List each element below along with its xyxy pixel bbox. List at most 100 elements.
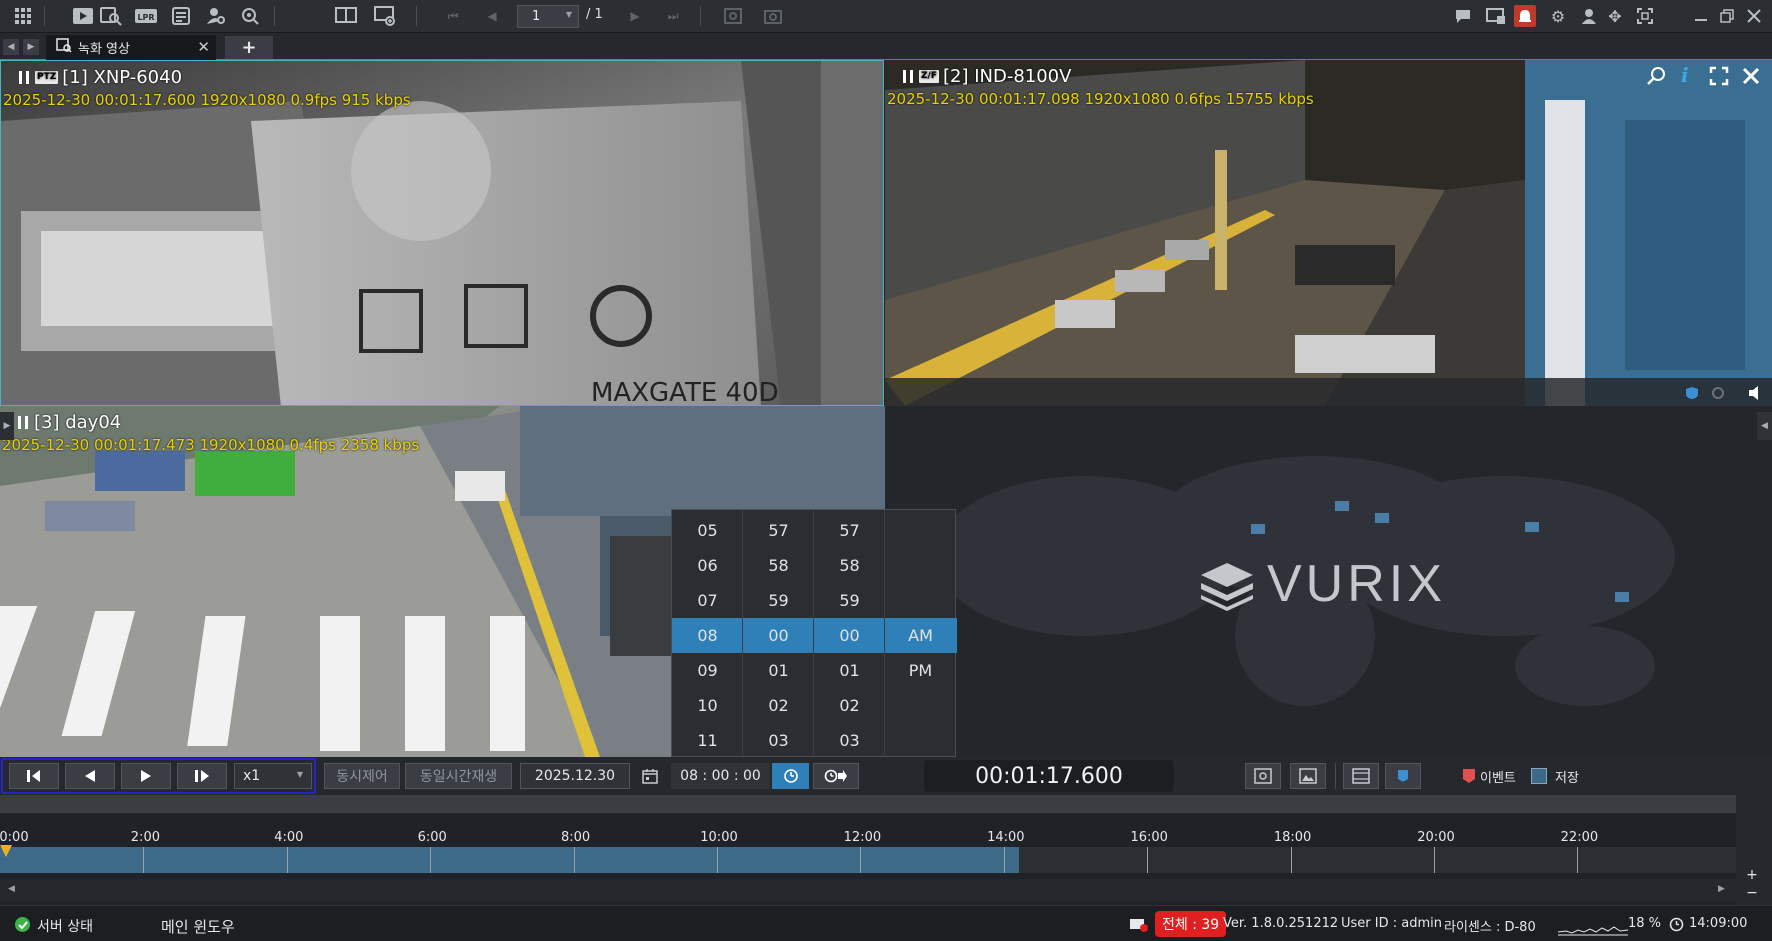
zoom-in-button[interactable]: + — [1740, 867, 1764, 883]
side-panel-left-icon[interactable]: ▶ — [0, 412, 14, 440]
first-page-icon[interactable]: ⏮ — [440, 4, 466, 28]
sync-control-button[interactable]: 동시제어 — [324, 763, 400, 789]
time-picker-option[interactable]: AM — [885, 618, 956, 653]
user-icon[interactable] — [1576, 4, 1602, 28]
second-column[interactable]: 57 58 59 00 01 02 03 — [814, 510, 885, 758]
pane-close-icon[interactable] — [1741, 66, 1761, 86]
last-page-icon[interactable]: ⏭ — [660, 4, 686, 28]
time-picker-option[interactable]: 58 — [814, 548, 885, 583]
time-picker-option[interactable]: 59 — [814, 583, 885, 618]
timeline-tick-label: 10:00 — [700, 830, 738, 845]
camera-name: [1] XNP-6040 — [62, 67, 183, 88]
playback-icon[interactable] — [70, 4, 96, 28]
close-icon[interactable] — [1741, 4, 1767, 28]
time-picker-dropdown[interactable]: 05 06 07 08 09 10 11 57 58 59 00 01 02 03 57 58 59 00 01… — [671, 509, 957, 758]
time-picker-option[interactable]: 11 — [672, 723, 743, 758]
page-number-select[interactable]: 1 ▼ — [517, 5, 579, 28]
time-field[interactable]: 08 : 00 : 00 — [671, 763, 770, 789]
reverse-play-button[interactable] — [65, 763, 115, 789]
time-picker-option[interactable]: 07 — [672, 583, 743, 618]
minute-column[interactable]: 57 58 59 00 01 02 03 — [743, 510, 814, 758]
time-picker-option[interactable]: 08 — [672, 618, 743, 653]
time-picker-option[interactable]: 03 — [743, 723, 814, 758]
add-tab-button[interactable]: + — [225, 36, 273, 59]
side-panel-right-icon[interactable]: ◀ — [1757, 412, 1772, 440]
speaker-icon[interactable] — [1747, 384, 1765, 402]
hour-column[interactable]: 05 06 07 08 09 10 11 — [672, 510, 743, 758]
clip-export-button[interactable] — [1343, 763, 1379, 789]
scroll-left-icon[interactable]: ◀ — [8, 884, 15, 894]
time-picker-option[interactable]: 01 — [814, 653, 885, 688]
search-video-icon[interactable] — [98, 4, 124, 28]
time-picker-option[interactable]: 06 — [672, 548, 743, 583]
device-search-icon[interactable] — [237, 4, 263, 28]
step-forward-button[interactable] — [177, 763, 227, 789]
next-page-icon[interactable]: ▶ — [622, 4, 648, 28]
time-picker-option[interactable]: 02 — [743, 688, 814, 723]
add-layout-icon[interactable] — [372, 4, 398, 28]
zoom-out-button[interactable]: − — [1740, 885, 1764, 901]
time-picker-option[interactable]: 10 — [672, 688, 743, 723]
time-picker-option[interactable]: 05 — [672, 513, 743, 548]
time-picker-option[interactable]: 02 — [814, 688, 885, 723]
lpr-icon[interactable]: LPR — [133, 4, 159, 28]
tab-scroll-right-icon[interactable]: ▶ — [23, 39, 39, 55]
time-picker-option[interactable]: 59 — [743, 583, 814, 618]
bookmark-button[interactable] — [1385, 763, 1421, 789]
time-picker-option[interactable]: 58 — [743, 548, 814, 583]
grid-menu-icon[interactable] — [10, 4, 36, 28]
timeline-tick-mark — [860, 847, 862, 873]
video-pane-2[interactable]: Z/F [2] IND-8100V 2025-12-30 00:01:17.09… — [885, 60, 1772, 406]
video-pane-1[interactable]: MAXGATE 40D PTZ [1] XNP-6040 2025-12-30 … — [0, 60, 884, 406]
snapshot-button[interactable] — [1290, 763, 1326, 789]
minimize-icon[interactable] — [1688, 4, 1714, 28]
tab-scroll-left-icon[interactable]: ◀ — [3, 39, 19, 55]
snapshot-icon[interactable] — [760, 4, 786, 28]
tab-close-icon[interactable]: ✕ — [197, 38, 210, 56]
time-picker-toggle-button[interactable] — [772, 763, 809, 789]
time-picker-option[interactable]: 57 — [743, 513, 814, 548]
playhead-marker-icon[interactable] — [0, 845, 12, 857]
server-status[interactable]: 서버 상태 — [37, 916, 93, 936]
ampm-column[interactable]: AM PM — [885, 510, 956, 758]
tab-recorded-video[interactable]: 녹화 영상 ✕ — [46, 35, 216, 60]
gear-icon[interactable]: ⚙ — [1545, 4, 1571, 28]
move-icon[interactable]: ✥ — [1602, 4, 1628, 28]
calendar-icon[interactable] — [642, 768, 658, 784]
date-field[interactable]: 2025.12.30 — [520, 763, 630, 789]
total-alert-badge[interactable]: 전체 : 39 — [1155, 911, 1227, 937]
restore-icon[interactable] — [1714, 4, 1740, 28]
event-list-icon[interactable] — [168, 4, 194, 28]
go-to-time-button[interactable] — [813, 763, 859, 789]
time-picker-option[interactable]: 01 — [743, 653, 814, 688]
time-picker-option[interactable]: 57 — [814, 513, 885, 548]
scroll-right-icon[interactable]: ▶ — [1718, 884, 1725, 894]
time-picker-option[interactable]: 00 — [743, 618, 814, 653]
layout-icon[interactable] — [333, 4, 359, 28]
empty-pane-4[interactable]: VURIX ◀ — [885, 406, 1772, 757]
speed-select[interactable]: x1 ▼ — [234, 763, 312, 789]
image-export-button[interactable] — [1245, 763, 1281, 789]
prev-page-icon[interactable]: ◀ — [479, 4, 505, 28]
play-button[interactable] — [121, 763, 171, 789]
zoom-search-icon[interactable] — [1647, 66, 1667, 86]
sync-time-play-button[interactable]: 동일시간재생 — [405, 763, 512, 789]
info-icon[interactable]: i — [1681, 63, 1689, 87]
timeline[interactable]: 0:00 2:00 4:00 6:00 8:00 10:00 12:00 14:00 16:00… — [0, 795, 1772, 905]
step-back-button[interactable] — [9, 763, 59, 789]
message-icon[interactable] — [1483, 4, 1509, 28]
speed-value: x1 — [243, 768, 261, 784]
time-picker-option[interactable]: 03 — [814, 723, 885, 758]
maximize-icon[interactable] — [1709, 66, 1729, 86]
chat-icon[interactable] — [1450, 4, 1476, 28]
face-search-icon[interactable] — [203, 4, 229, 28]
film-icon — [1352, 768, 1370, 784]
time-picker-option[interactable]: 00 — [814, 618, 885, 653]
alarm-icon[interactable] — [1514, 5, 1536, 27]
fullscreen-icon[interactable] — [1632, 4, 1658, 28]
sequence-icon[interactable] — [720, 4, 746, 28]
time-picker-option[interactable]: 09 — [672, 653, 743, 688]
timeline-scrollbar[interactable]: ◀ ▶ — [0, 879, 1736, 901]
time-picker-option[interactable]: PM — [885, 653, 956, 688]
notification-icon[interactable] — [1129, 916, 1149, 932]
